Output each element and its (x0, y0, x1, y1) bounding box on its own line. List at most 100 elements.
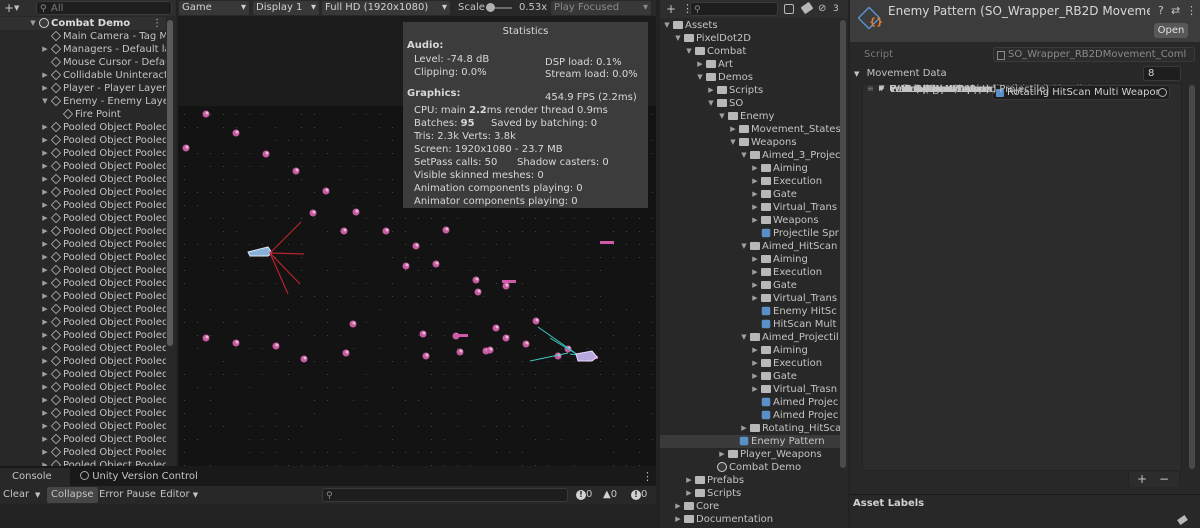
foldout-closed-icon[interactable]: ▶ (40, 264, 50, 277)
display-dropdown[interactable]: Display 1 ▾ (253, 1, 319, 15)
hierarchy-item[interactable]: ▶ Pooled Object Pooled (0, 355, 166, 368)
project-item[interactable]: ▶ Virtual_Trans (660, 201, 840, 214)
resolution-dropdown[interactable]: Full HD (1920x1080) ▾ (322, 1, 450, 15)
hierarchy-item[interactable]: ▶ Pooled Object Pooled (0, 420, 166, 433)
project-item[interactable]: ▶ Movement_States (660, 123, 840, 136)
foldout-closed-icon[interactable]: ▶ (673, 500, 683, 513)
project-item[interactable]: ▼ Weapons (660, 136, 840, 149)
foldout-closed-icon[interactable]: ▶ (750, 383, 760, 396)
console-search-input[interactable]: ⚲ (322, 488, 568, 502)
foldout-closed-icon[interactable]: ▶ (684, 474, 694, 487)
project-item[interactable]: ▼ SO (660, 97, 840, 110)
scale-slider-handle[interactable] (486, 3, 495, 12)
project-item[interactable]: ▶ Scripts (660, 487, 840, 500)
hierarchy-item[interactable]: ▶ Pooled Object Pooled (0, 342, 166, 355)
hierarchy-item[interactable]: Fire Point (0, 108, 166, 121)
tab-version-control[interactable]: Unity Version Control (76, 468, 206, 486)
foldout-closed-icon[interactable]: ▶ (750, 344, 760, 357)
foldout-closed-icon[interactable]: ▶ (40, 82, 50, 95)
project-item[interactable]: ▶ Execution (660, 266, 840, 279)
foldout-closed-icon[interactable]: ▶ (750, 292, 760, 305)
foldout-closed-icon[interactable]: ▶ (40, 251, 50, 264)
hierarchy-item[interactable]: ▶ Pooled Object Pooled (0, 264, 166, 277)
project-item[interactable]: ▶ Gate (660, 188, 840, 201)
hierarchy-item[interactable]: ▶ Pooled Object Pooled (0, 303, 166, 316)
add-element-button[interactable]: + (1137, 472, 1147, 487)
tab-console[interactable]: Console (0, 468, 70, 486)
tag-filter-icon[interactable] (800, 1, 814, 15)
project-item[interactable]: ▶ Virtual_Trasn (660, 383, 840, 396)
project-item[interactable]: HitScan Mult (660, 318, 840, 331)
foldout-closed-icon[interactable]: ▶ (40, 446, 50, 459)
foldout-closed-icon[interactable]: ▶ (750, 188, 760, 201)
foldout-closed-icon[interactable]: ▶ (40, 381, 50, 394)
project-scrollbar[interactable] (840, 20, 846, 468)
eye-hidden-icon[interactable]: ⊘ (818, 0, 826, 18)
foldout-closed-icon[interactable]: ▶ (750, 279, 760, 292)
drag-handle-icon[interactable]: ≡ (867, 84, 874, 93)
hierarchy-item[interactable]: ▶ Pooled Object Pooled (0, 368, 166, 381)
foldout-closed-icon[interactable]: ▶ (40, 342, 50, 355)
hierarchy-item[interactable]: ▶ Pooled Object Pooled (0, 316, 166, 329)
project-item[interactable]: Aimed Projec (660, 409, 840, 422)
preset-icon[interactable]: ⇄ (1171, 4, 1180, 17)
foldout-closed-icon[interactable]: ▶ (739, 422, 749, 435)
project-item[interactable]: ▶ Execution (660, 175, 840, 188)
remove-element-button[interactable]: − (1159, 472, 1169, 487)
hierarchy-item[interactable]: ▶ Pooled Object Pooled (0, 186, 166, 199)
asset-labels-section[interactable]: Asset Labels (850, 494, 1200, 528)
foldout-closed-icon[interactable]: ▶ (40, 303, 50, 316)
foldout-closed-icon[interactable]: ▶ (673, 513, 683, 526)
movement-data-foldout[interactable]: ▼ Movement Data (854, 66, 947, 82)
editor-dropdown[interactable]: Editor ▼ (160, 486, 198, 504)
hierarchy-item[interactable]: ▶ Pooled Object Pooled (0, 381, 166, 394)
project-item[interactable]: Enemy HitSc (660, 305, 840, 318)
hierarchy-item[interactable]: ▶ Collidable Uninteracta (0, 69, 166, 82)
hierarchy-item[interactable]: ▶ Pooled Object Pooled (0, 329, 166, 342)
tag-icon[interactable] (1177, 514, 1188, 526)
project-item[interactable]: ▼ Combat (660, 45, 840, 58)
foldout-open-icon[interactable]: ▼ (673, 32, 683, 45)
project-item[interactable]: ▼ Aimed_3_Projec (660, 149, 840, 162)
scene-header[interactable]: ▼ Combat Demo ⋮ (0, 17, 166, 30)
project-search-input[interactable]: ⚲ (690, 2, 778, 16)
warning-count-toggle[interactable]: ▲0 (603, 486, 617, 504)
hierarchy-item[interactable]: ▼ Enemy - Enemy Layer (0, 95, 166, 108)
hierarchy-item[interactable]: ▶ Pooled Object Pooled (0, 199, 166, 212)
project-item[interactable]: ▶ Prefabs (660, 474, 840, 487)
project-item[interactable]: ▼ Aimed_Projectil (660, 331, 840, 344)
project-item[interactable]: ▶ Aiming (660, 344, 840, 357)
hierarchy-item[interactable]: ▶ Pooled Object Pooled (0, 290, 166, 303)
hierarchy-item[interactable]: ▶ Pooled Object Pooled (0, 251, 166, 264)
project-item[interactable]: Enemy Pattern (660, 435, 840, 448)
hierarchy-item[interactable]: ▶ Pooled Object Pooled (0, 433, 166, 446)
help-icon[interactable]: ? (1158, 4, 1164, 17)
hierarchy-item[interactable]: ▶ Pooled Object Pooled (0, 238, 166, 251)
add-icon[interactable]: + (666, 0, 676, 18)
project-item[interactable]: ▶ Virtual_Trans (660, 292, 840, 305)
foldout-open-icon[interactable]: ▼ (684, 45, 694, 58)
hierarchy-item[interactable]: ▶ Pooled Object Pooled (0, 173, 166, 186)
foldout-closed-icon[interactable]: ▶ (40, 277, 50, 290)
foldout-closed-icon[interactable]: ▶ (40, 316, 50, 329)
project-item[interactable]: ▶ Rotating_HitSca (660, 422, 840, 435)
hierarchy-item[interactable]: ▶ Pooled Object Pooled (0, 446, 166, 459)
hierarchy-item[interactable]: ▶ Pooled Object Pooled (0, 134, 166, 147)
splitter[interactable] (176, 0, 178, 466)
project-item[interactable]: ▶ Gate (660, 279, 840, 292)
foldout-closed-icon[interactable]: ▶ (40, 173, 50, 186)
movement-data-size-field[interactable]: 8 (1143, 66, 1181, 81)
foldout-closed-icon[interactable]: ▶ (684, 487, 694, 500)
foldout-closed-icon[interactable]: ▶ (40, 329, 50, 342)
hierarchy-item[interactable]: ▶ Pooled Object Pooled (0, 212, 166, 225)
foldout-closed-icon[interactable]: ▶ (750, 253, 760, 266)
foldout-closed-icon[interactable]: ▶ (706, 84, 716, 97)
project-item[interactable]: ▶ Weapons (660, 214, 840, 227)
foldout-open-icon[interactable]: ▼ (706, 97, 716, 110)
more-menu-icon[interactable]: ⋮ (1186, 4, 1197, 17)
open-button[interactable]: Open (1154, 23, 1188, 38)
hierarchy-scrollbar[interactable] (167, 20, 173, 346)
foldout-closed-icon[interactable]: ▶ (40, 355, 50, 368)
clear-button[interactable]: Clear (3, 486, 29, 504)
hierarchy-item[interactable]: ▶ Pooled Object Pooled (0, 160, 166, 173)
